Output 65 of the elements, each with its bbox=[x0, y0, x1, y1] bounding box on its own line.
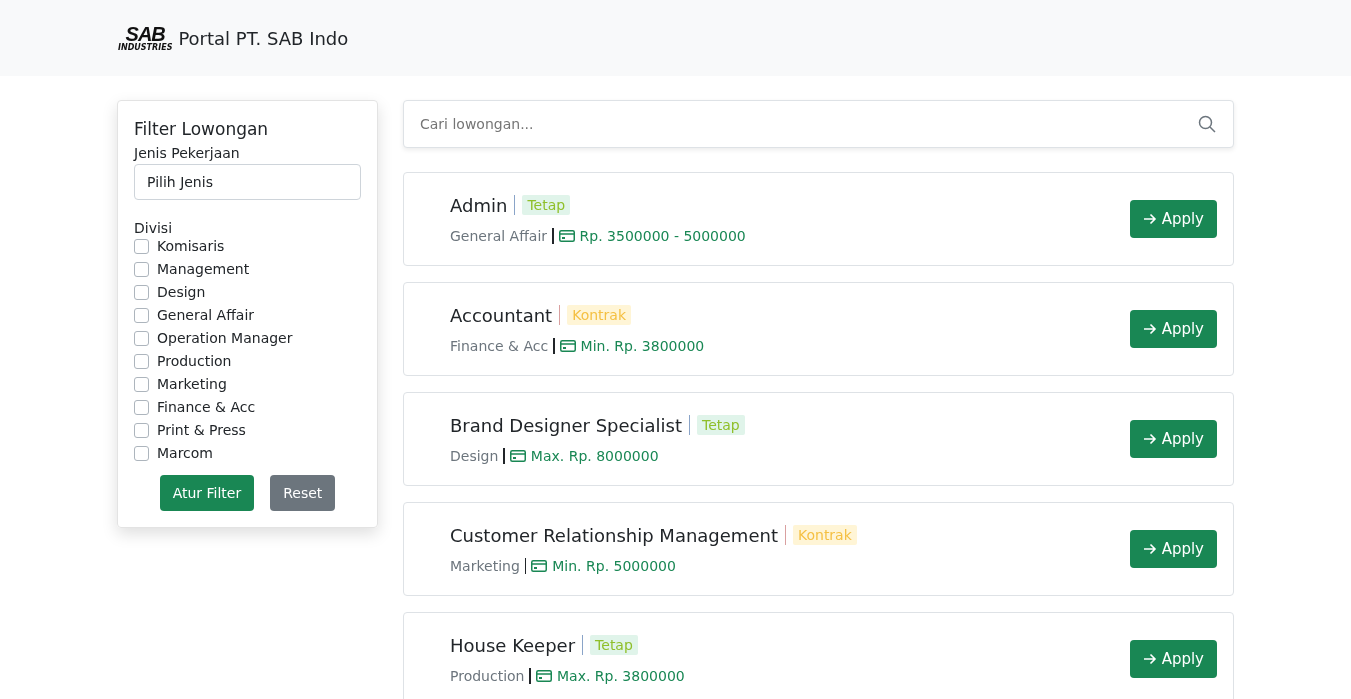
division-checkbox[interactable] bbox=[134, 422, 149, 438]
job-type-badge: Tetap bbox=[697, 415, 745, 435]
apply-button[interactable]: Apply bbox=[1129, 310, 1217, 348]
job-type-label: Jenis Pekerjaan bbox=[134, 145, 240, 161]
filter-title: Filter Lowongan bbox=[134, 119, 269, 139]
job-salary: Max. Rp. 3800000 bbox=[557, 667, 685, 684]
credit-card-icon bbox=[531, 559, 548, 572]
job-title: Accountant bbox=[450, 304, 553, 326]
search-icon bbox=[1198, 115, 1216, 133]
arrow-right-icon bbox=[1142, 323, 1157, 335]
apply-filter-button[interactable]: Atur Filter bbox=[159, 475, 255, 511]
job-type-badge: Tetap bbox=[590, 635, 638, 655]
apply-button[interactable]: Apply bbox=[1129, 640, 1217, 678]
arrow-right-icon bbox=[1142, 653, 1157, 665]
division-checkbox[interactable] bbox=[134, 238, 149, 254]
division-checkbox[interactable] bbox=[134, 284, 149, 300]
brand-title[interactable]: Portal PT. SAB Indo bbox=[178, 27, 349, 49]
credit-card-icon bbox=[509, 449, 526, 462]
credit-card-icon bbox=[558, 229, 575, 242]
job-title: House Keeper bbox=[450, 634, 576, 656]
division-label[interactable]: Operation Manager bbox=[157, 330, 293, 346]
job-title: Admin bbox=[450, 194, 508, 216]
apply-button[interactable]: Apply bbox=[1129, 200, 1217, 238]
credit-card-icon bbox=[536, 669, 552, 682]
division-checkbox[interactable] bbox=[134, 353, 149, 369]
job-type-select[interactable]: Pilih Jenis bbox=[134, 164, 361, 200]
division-checkbox[interactable] bbox=[134, 330, 149, 346]
division-label[interactable]: Production bbox=[157, 353, 232, 369]
credit-card-icon bbox=[559, 339, 576, 352]
apply-button[interactable]: Apply bbox=[1129, 420, 1217, 458]
division-checkbox[interactable] bbox=[134, 376, 149, 392]
job-division: Production bbox=[450, 667, 525, 684]
job-type-badge: Kontrak bbox=[567, 305, 632, 325]
arrow-right-icon bbox=[1142, 213, 1157, 225]
search-field[interactable]: Cari lowongan... bbox=[403, 100, 1234, 148]
division-checkbox[interactable] bbox=[134, 445, 149, 461]
job-division: General Affair bbox=[450, 227, 548, 244]
company-logo: SAB INDUSTRIES bbox=[118, 24, 173, 52]
arrow-right-icon bbox=[1142, 433, 1157, 445]
division-label[interactable]: Print & Press bbox=[157, 422, 246, 438]
division-checkbox[interactable] bbox=[134, 399, 149, 415]
division-label[interactable]: Marcom bbox=[157, 445, 213, 461]
job-salary: Min. Rp. 5000000 bbox=[552, 557, 676, 574]
division-label: Divisi bbox=[134, 220, 173, 236]
job-salary: Rp. 3500000 - 5000000 bbox=[579, 227, 746, 244]
division-checkbox[interactable] bbox=[134, 261, 149, 277]
division-label[interactable]: Marketing bbox=[157, 376, 227, 392]
division-label[interactable]: Management bbox=[157, 261, 250, 277]
division-label[interactable]: Design bbox=[157, 284, 206, 300]
job-salary: Min. Rp. 3800000 bbox=[580, 337, 705, 354]
division-label[interactable]: Komisaris bbox=[157, 238, 225, 254]
job-type-badge: Tetap bbox=[522, 195, 571, 215]
division-label[interactable]: Finance & Acc bbox=[157, 399, 256, 415]
apply-button[interactable]: Apply bbox=[1129, 530, 1217, 568]
reset-button[interactable]: Reset bbox=[270, 475, 336, 511]
job-title: Brand Designer Specialist bbox=[450, 414, 682, 436]
arrow-right-icon bbox=[1142, 543, 1157, 555]
job-division: Marketing bbox=[450, 557, 520, 574]
job-title: Customer Relationship Management bbox=[450, 524, 778, 546]
job-division: Finance & Acc bbox=[450, 337, 549, 354]
division-label[interactable]: General Affair bbox=[157, 307, 255, 323]
job-type-badge: Kontrak bbox=[792, 525, 857, 545]
job-salary: Max. Rp. 8000000 bbox=[530, 447, 659, 464]
job-division: Design bbox=[450, 447, 499, 464]
division-checkbox[interactable] bbox=[134, 307, 149, 323]
